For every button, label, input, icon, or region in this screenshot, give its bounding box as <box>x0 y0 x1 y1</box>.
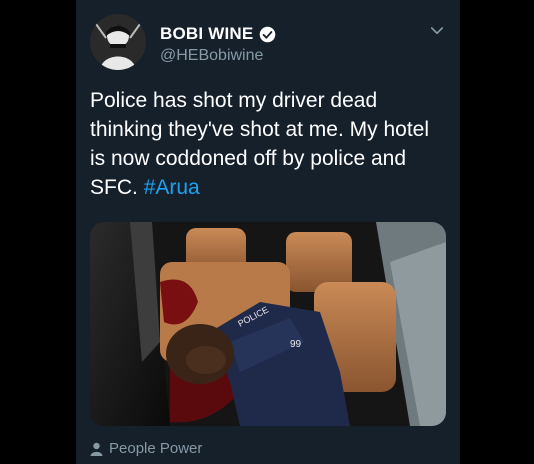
tweet-body: Police has shot my driver dead thinking … <box>90 89 430 199</box>
uniform-number: 99 <box>290 339 302 350</box>
tweet-footer[interactable]: People Power <box>90 440 202 457</box>
hashtag-link[interactable]: #Arua <box>144 176 200 199</box>
chevron-down-icon[interactable] <box>428 22 446 40</box>
display-name[interactable]: BOBI WINE <box>160 24 253 44</box>
tweet-card[interactable]: BOBI WINE @HEBobiwine Police has shot my… <box>76 0 460 464</box>
verified-badge-icon <box>259 26 276 43</box>
footer-label[interactable]: People Power <box>109 440 202 457</box>
avatar[interactable] <box>90 14 146 70</box>
tweet-text: Police has shot my driver dead thinking … <box>90 86 446 202</box>
tweet-photo[interactable]: POLICE 99 <box>90 222 446 426</box>
profile-photo-icon <box>90 14 146 70</box>
author-name-row[interactable]: BOBI WINE <box>160 24 276 44</box>
person-icon <box>90 442 103 456</box>
author-handle[interactable]: @HEBobiwine <box>160 47 263 65</box>
